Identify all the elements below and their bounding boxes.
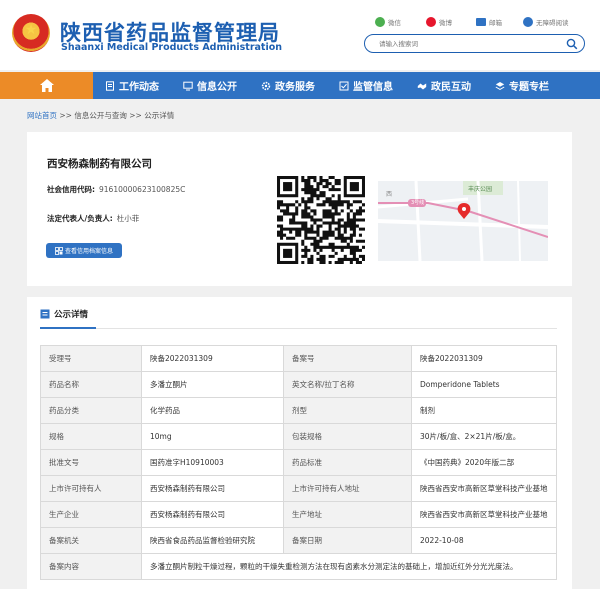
detail-label: 包装规格	[283, 423, 412, 450]
filing-content-value: 多潘立酮片制粒干燥过程，颗粒的干燥失重检测方法在现有卤素水分测定法的基础上，增加…	[141, 553, 557, 580]
search-icon[interactable]	[566, 38, 578, 50]
qr-code	[277, 176, 365, 264]
credit-code-row: 社会信用代码: 91610000623100825C	[47, 185, 186, 194]
location-map[interactable]: 丰庆公园 3号线 西	[378, 181, 548, 261]
detail-label: 备案内容	[40, 553, 142, 580]
detail-label: 生产企业	[40, 501, 142, 528]
map-district-label: 西	[386, 191, 393, 198]
wechat-icon	[375, 17, 385, 27]
search-input[interactable]	[379, 38, 559, 50]
accessibility-icon	[523, 17, 533, 27]
checklist-icon	[339, 81, 349, 90]
details-icon	[40, 309, 50, 319]
legal-rep-value: 杜小菲	[116, 214, 140, 223]
panel-divider	[40, 328, 557, 329]
panel-title: 公示详情	[54, 310, 89, 320]
breadcrumb-info-query[interactable]: 信息公开与查询	[74, 111, 127, 120]
detail-value: 2022-10-08	[411, 527, 557, 554]
view-credit-file-button[interactable]: 查看信用档案信息	[46, 243, 122, 258]
breadcrumb-current: 公示详情	[144, 111, 175, 120]
detail-label: 药品标准	[283, 449, 412, 476]
handshake-icon	[417, 83, 427, 89]
detail-panel: 公示详情 受理号 陕备2022031309 备案号 陕备2022031309 药…	[27, 297, 572, 589]
nav-item-special-topics[interactable]: 专题专栏	[483, 72, 561, 99]
breadcrumb: 网站首页 >> 信息公开与查询 >> 公示详情	[27, 111, 175, 120]
detail-value: 30片/板/盒、2×21片/板/盒。	[411, 423, 557, 450]
detail-value: 陕西省食品药品监督检验研究院	[141, 527, 284, 554]
detail-label: 备案机关	[40, 527, 142, 554]
detail-label: 药品分类	[40, 397, 142, 424]
nav-item-supervision-info[interactable]: 监管信息	[327, 72, 405, 99]
weibo-icon	[426, 17, 436, 27]
quick-link-wechat[interactable]: 微信	[375, 16, 401, 28]
detail-value: 化学药品	[141, 397, 284, 424]
detail-value: 10mg	[141, 423, 284, 450]
search-box	[364, 34, 585, 53]
detail-value: 陕备2022031309	[411, 345, 557, 372]
panel-header: 公示详情	[40, 308, 88, 320]
mail-icon	[476, 18, 486, 26]
company-card: 西安杨森制药有限公司 社会信用代码: 91610000623100825C 法定代…	[27, 132, 572, 286]
detail-table: 受理号 陕备2022031309 备案号 陕备2022031309 药品名称 多…	[40, 345, 557, 580]
document-icon	[106, 80, 114, 91]
table-row: 备案机关 陕西省食品药品监督检验研究院 备案日期 2022-10-08	[40, 527, 557, 554]
gear-icon	[261, 81, 271, 90]
detail-label: 生产地址	[283, 501, 412, 528]
detail-label: 备案号	[283, 345, 412, 372]
panel-divider-accent	[40, 327, 96, 329]
quick-link-weibo[interactable]: 微博	[426, 16, 452, 28]
nav-item-info-disclosure[interactable]: 信息公开	[171, 72, 249, 99]
detail-value: 西安杨森制药有限公司	[141, 475, 284, 502]
table-row: 上市许可持有人 西安杨森制药有限公司 上市许可持有人地址 陕西省西安市高新区草堂…	[40, 475, 557, 502]
detail-label: 剂型	[283, 397, 412, 424]
table-row: 规格 10mg 包装规格 30片/板/盒、2×21片/板/盒。	[40, 423, 557, 450]
detail-value: 国药准字H10910003	[141, 449, 284, 476]
table-row: 备案内容 多潘立酮片制粒干燥过程，颗粒的干燥失重检测方法在现有卤素水分测定法的基…	[40, 553, 557, 580]
table-row: 药品分类 化学药品 剂型 制剂	[40, 397, 557, 424]
home-icon	[39, 79, 54, 92]
site-header: 陕西省药品监督管理局 Shaanxi Medical Products Admi…	[0, 0, 600, 70]
qrcode-small-icon	[55, 246, 63, 255]
map-road-label: 3号线	[411, 200, 425, 206]
nav-item-public-interaction[interactable]: 政民互动	[405, 72, 483, 99]
quick-link-accessibility[interactable]: 无障碍阅读	[523, 16, 569, 28]
detail-value: 陕备2022031309	[141, 345, 284, 372]
quick-link-mail[interactable]: 邮箱	[476, 16, 502, 28]
detail-value: 西安杨森制药有限公司	[141, 501, 284, 528]
national-emblem-icon	[12, 14, 50, 52]
detail-value: 陕西省西安市高新区草堂科技产业基地	[411, 475, 557, 502]
detail-label: 备案日期	[283, 527, 412, 554]
nav-item-gov-services[interactable]: 政务服务	[249, 72, 327, 99]
detail-value: 《中国药典》2020年版二部	[411, 449, 557, 476]
table-row: 批准文号 国药准字H10910003 药品标准 《中国药典》2020年版二部	[40, 449, 557, 476]
site-subtitle: Shaanxi Medical Products Administration	[61, 42, 283, 53]
credit-code-value: 91610000623100825C	[99, 185, 186, 194]
table-row: 药品名称 多潘立酮片 英文名称/拉丁名称 Domperidone Tablets	[40, 371, 557, 398]
detail-label: 规格	[40, 423, 142, 450]
detail-value: 制剂	[411, 397, 557, 424]
map-canvas	[378, 181, 548, 261]
detail-label: 上市许可持有人地址	[283, 475, 412, 502]
table-row: 受理号 陕备2022031309 备案号 陕备2022031309	[40, 345, 557, 372]
layers-icon	[495, 81, 505, 90]
detail-label: 药品名称	[40, 371, 142, 398]
nav-item-work-news[interactable]: 工作动态	[93, 72, 171, 99]
detail-label: 英文名称/拉丁名称	[283, 371, 412, 398]
detail-value: Domperidone Tablets	[411, 371, 557, 398]
map-park-label: 丰庆公园	[468, 186, 493, 193]
detail-label: 受理号	[40, 345, 142, 372]
detail-value: 陕西省西安市高新区草堂科技产业基地	[411, 501, 557, 528]
table-row: 生产企业 西安杨森制药有限公司 生产地址 陕西省西安市高新区草堂科技产业基地	[40, 501, 557, 528]
monitor-icon	[183, 81, 193, 90]
legal-rep-row: 法定代表人/负责人: 杜小菲	[47, 214, 140, 223]
detail-value: 多潘立酮片	[141, 371, 284, 398]
main-nav: 工作动态 信息公开 政务服务 监管信息 政民互动 专题专栏	[0, 72, 600, 99]
detail-label: 上市许可持有人	[40, 475, 142, 502]
breadcrumb-home[interactable]: 网站首页	[27, 111, 57, 120]
company-name: 西安杨森制药有限公司	[47, 158, 152, 170]
nav-home[interactable]	[0, 72, 93, 99]
detail-label: 批准文号	[40, 449, 142, 476]
